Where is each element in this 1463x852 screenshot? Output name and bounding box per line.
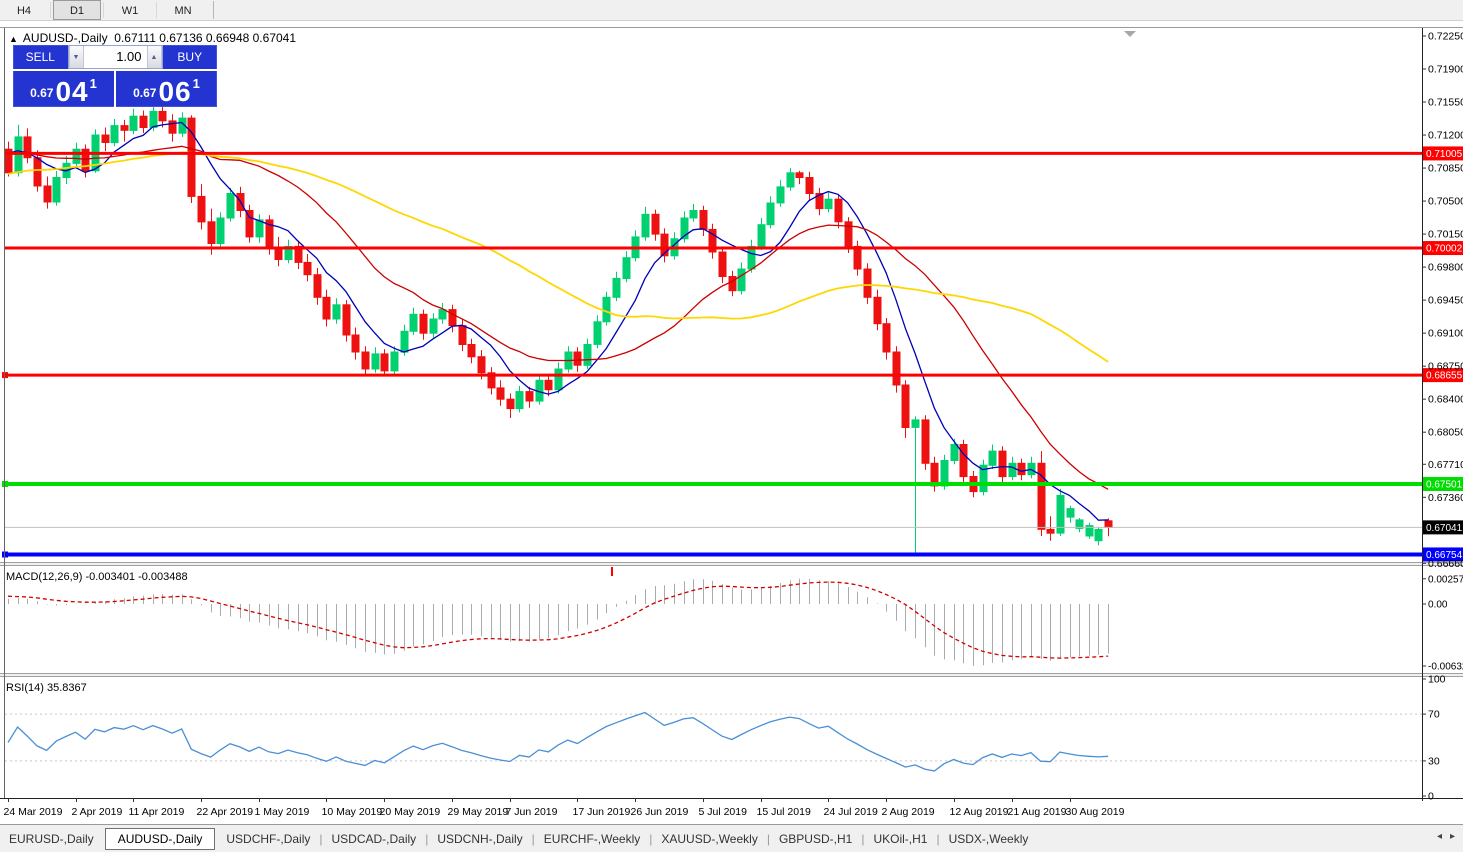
svg-text:0.71200: 0.71200 xyxy=(1428,130,1463,142)
timeframe-button-mn[interactable]: MN xyxy=(159,0,207,20)
one-click-trade-panel: SELL ▼ 1.00 ▲ BUY 0.67041 0.67061 xyxy=(13,45,217,107)
tab-scroll-right-icon[interactable]: ▸ xyxy=(1446,831,1459,842)
svg-text:0.70002: 0.70002 xyxy=(1426,244,1463,255)
svg-text:-0.006326: -0.006326 xyxy=(1428,661,1463,672)
date-label: 10 May 2019 xyxy=(322,806,383,818)
timeframe-button-w1[interactable]: W1 xyxy=(106,0,154,20)
svg-text:0.72250: 0.72250 xyxy=(1428,30,1463,42)
svg-text:0.69100: 0.69100 xyxy=(1428,328,1463,340)
date-label: 22 Apr 2019 xyxy=(197,806,254,818)
timeframe-toolbar: H4D1W1MN xyxy=(0,0,1463,21)
chart-window[interactable]: ▲ AUDUSD-,Daily 0.67111 0.67136 0.66948 0… xyxy=(0,27,1463,824)
main-price-panel xyxy=(2,107,1422,558)
ma-20-line xyxy=(8,146,1108,489)
svg-text:0.67710: 0.67710 xyxy=(1428,459,1463,471)
tab-usdchf-daily[interactable]: USDCHF-,Daily xyxy=(217,829,319,849)
svg-text:0.67041: 0.67041 xyxy=(1426,523,1463,534)
chart-shift-marker-icon xyxy=(1124,31,1136,37)
svg-text:70: 70 xyxy=(1428,709,1440,721)
svg-text:0.71005: 0.71005 xyxy=(1426,149,1463,160)
date-label: 29 May 2019 xyxy=(448,806,509,818)
svg-text:0.71900: 0.71900 xyxy=(1428,63,1463,75)
tab-usdx-weekly[interactable]: USDX-,Weekly xyxy=(940,829,1038,849)
timeframe-button-h4[interactable]: H4 xyxy=(0,0,48,20)
date-label: 30 Aug 2019 xyxy=(1066,806,1125,818)
svg-text:0.002574: 0.002574 xyxy=(1428,574,1463,585)
chart-ohlc-values: 0.67111 0.67136 0.66948 0.67041 xyxy=(114,31,296,45)
ma-45-line xyxy=(8,152,1108,362)
buy-price-prefix: 0.67 xyxy=(133,86,156,100)
buy-button[interactable]: BUY xyxy=(163,49,218,65)
buy-price-sup: 1 xyxy=(193,76,200,91)
buy-price[interactable]: 0.67061 xyxy=(114,71,217,107)
timeframe-button-d1[interactable]: D1 xyxy=(53,0,101,20)
volume-stepper: ▼ 1.00 ▲ xyxy=(68,45,163,69)
svg-text:0: 0 xyxy=(1428,791,1434,803)
chart-title: ▲ AUDUSD-,Daily 0.67111 0.67136 0.66948 0… xyxy=(9,31,296,45)
svg-text:100: 100 xyxy=(1428,674,1446,686)
toolbar-separator xyxy=(156,2,157,18)
date-label: 2 Aug 2019 xyxy=(882,806,935,818)
svg-text:0.67501: 0.67501 xyxy=(1426,479,1463,490)
date-label: 5 Jul 2019 xyxy=(699,806,748,818)
date-label: 12 Aug 2019 xyxy=(950,806,1009,818)
date-label: 20 May 2019 xyxy=(380,806,441,818)
tab-audusd-daily[interactable]: AUDUSD-,Daily xyxy=(105,828,216,850)
toolbar-separator xyxy=(103,2,104,18)
svg-text:30: 30 xyxy=(1428,755,1440,767)
tab-eurchf-weekly[interactable]: EURCHF-,Weekly xyxy=(535,829,649,849)
price-axis xyxy=(0,28,1463,801)
svg-text:0.68400: 0.68400 xyxy=(1428,394,1463,406)
date-label: 15 Jul 2019 xyxy=(757,806,811,818)
svg-text:0.68655: 0.68655 xyxy=(1426,371,1463,382)
date-label: 11 Apr 2019 xyxy=(129,806,185,818)
sell-price[interactable]: 0.67041 xyxy=(13,71,114,107)
date-label: 7 Jun 2019 xyxy=(506,806,558,818)
date-label: 1 May 2019 xyxy=(255,806,310,818)
tab-usdcad-daily[interactable]: USDCAD-,Daily xyxy=(323,829,426,849)
macd-event-marker xyxy=(611,567,613,576)
symbol-tab-bar: EURUSD-,DailyAUDUSD-,DailyUSDCHF-,Daily|… xyxy=(0,824,1463,852)
date-label: 2 Apr 2019 xyxy=(72,806,123,818)
rsi-panel xyxy=(5,713,1422,772)
tab-eurusd-daily[interactable]: EURUSD-,Daily xyxy=(0,829,103,849)
tab-usdcnh-daily[interactable]: USDCNH-,Daily xyxy=(428,829,531,849)
svg-text:0.68050: 0.68050 xyxy=(1428,427,1463,439)
volume-decrease-button[interactable]: ▼ xyxy=(69,46,84,68)
svg-text:0.71550: 0.71550 xyxy=(1428,97,1463,109)
tab-ukoil-h1[interactable]: UKOil-,H1 xyxy=(864,829,936,849)
sell-price-prefix: 0.67 xyxy=(30,86,53,100)
date-label: 24 Jul 2019 xyxy=(824,806,878,818)
tab-scroll-left-icon[interactable]: ◂ xyxy=(1433,831,1446,842)
chart-canvas[interactable]: MACD(12,26,9) -0.003401 -0.003488 RSI(14)… xyxy=(0,28,1463,824)
rsi-label: RSI(14) 35.8367 xyxy=(6,682,87,694)
date-label: 17 Jun 2019 xyxy=(573,806,631,818)
macd-label: MACD(12,26,9) -0.003401 -0.003488 xyxy=(6,571,188,583)
svg-text:0.70500: 0.70500 xyxy=(1428,196,1463,208)
volume-increase-button[interactable]: ▲ xyxy=(147,46,162,68)
svg-text:0.67360: 0.67360 xyxy=(1428,492,1463,504)
chart-symbol-label: AUDUSD-,Daily xyxy=(23,31,108,45)
sell-button[interactable]: SELL xyxy=(13,49,68,65)
svg-text:0.70850: 0.70850 xyxy=(1428,163,1463,175)
svg-text:0.69450: 0.69450 xyxy=(1428,295,1463,307)
svg-text:0.69800: 0.69800 xyxy=(1428,262,1463,274)
date-label: 21 Aug 2019 xyxy=(1008,806,1067,818)
svg-text:0.00: 0.00 xyxy=(1428,600,1448,611)
tab-gbpusd-h1[interactable]: GBPUSD-,H1 xyxy=(770,829,861,849)
sell-price-sup: 1 xyxy=(90,76,97,91)
toolbar-group-separator xyxy=(213,1,214,19)
date-label: 26 Jun 2019 xyxy=(631,806,689,818)
collapse-triangle-icon[interactable]: ▲ xyxy=(9,34,18,44)
buy-price-big: 06 xyxy=(158,79,191,104)
toolbar-separator xyxy=(50,2,51,18)
date-label: 24 Mar 2019 xyxy=(4,806,63,818)
svg-text:0.66754: 0.66754 xyxy=(1426,550,1463,561)
svg-text:0.70150: 0.70150 xyxy=(1428,229,1463,241)
sell-price-big: 04 xyxy=(55,79,88,104)
tab-xauusd-weekly[interactable]: XAUUSD-,Weekly xyxy=(652,829,766,849)
rsi-line xyxy=(8,713,1108,772)
volume-field[interactable]: 1.00 xyxy=(84,46,147,68)
